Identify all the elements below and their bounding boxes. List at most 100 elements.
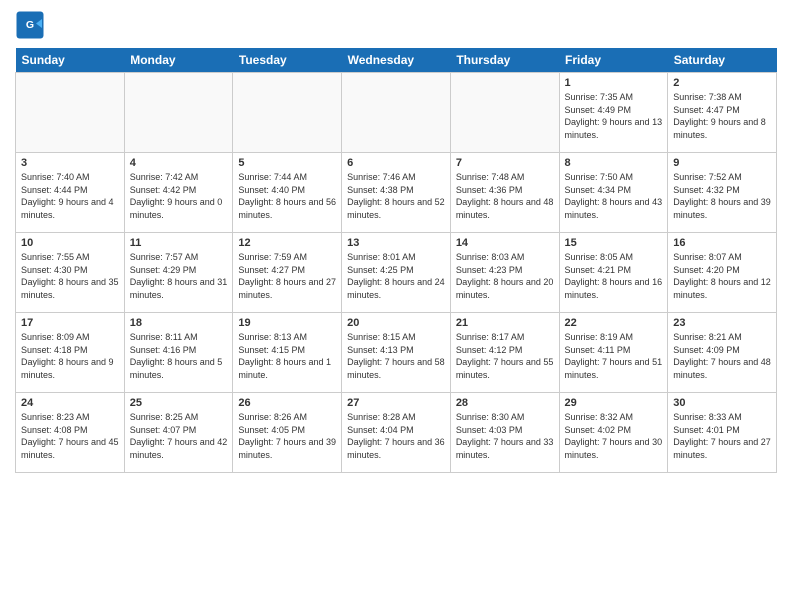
calendar-week-5: 24 Sunrise: 8:23 AM Sunset: 4:08 PM Dayli…: [16, 393, 777, 473]
day-info: Sunrise: 7:55 AM Sunset: 4:30 PM Dayligh…: [21, 251, 119, 301]
day-number: 8: [565, 157, 663, 169]
calendar-cell: 29 Sunrise: 8:32 AM Sunset: 4:02 PM Dayli…: [559, 393, 668, 473]
day-number: 30: [673, 397, 771, 409]
day-info: Sunrise: 7:42 AM Sunset: 4:42 PM Dayligh…: [130, 171, 228, 221]
day-number: 9: [673, 157, 771, 169]
day-info: Sunrise: 8:33 AM Sunset: 4:01 PM Dayligh…: [673, 411, 771, 461]
day-number: 29: [565, 397, 663, 409]
day-info: Sunrise: 8:26 AM Sunset: 4:05 PM Dayligh…: [238, 411, 336, 461]
calendar-table: SundayMondayTuesdayWednesdayThursdayFrid…: [15, 48, 777, 473]
day-info: Sunrise: 8:30 AM Sunset: 4:03 PM Dayligh…: [456, 411, 554, 461]
calendar-cell: 7Sunrise: 7:48 AM Sunset: 4:36 PM Daylig…: [450, 153, 559, 233]
calendar-cell: 24 Sunrise: 8:23 AM Sunset: 4:08 PM Dayli…: [16, 393, 125, 473]
svg-text:G: G: [26, 19, 34, 31]
day-number: 13: [347, 237, 445, 249]
day-info: Sunrise: 8:17 AM Sunset: 4:12 PM Dayligh…: [456, 331, 554, 381]
day-number: 26: [238, 397, 336, 409]
day-number: 24: [21, 397, 119, 409]
day-info: Sunrise: 7:52 AM Sunset: 4:32 PM Dayligh…: [673, 171, 771, 221]
calendar-cell: 23 Sunrise: 8:21 AM Sunset: 4:09 PM Dayli…: [668, 313, 777, 393]
calendar-cell: 21 Sunrise: 8:17 AM Sunset: 4:12 PM Dayli…: [450, 313, 559, 393]
calendar-cell: 11Sunrise: 7:57 AM Sunset: 4:29 PM Dayli…: [124, 233, 233, 313]
day-number: 7: [456, 157, 554, 169]
day-number: 23: [673, 317, 771, 329]
calendar-cell: 17Sunrise: 8:09 AM Sunset: 4:18 PM Dayli…: [16, 313, 125, 393]
day-number: 18: [130, 317, 228, 329]
calendar-cell: 2 Sunrise: 7:38 AM Sunset: 4:47 PM Daylig…: [668, 73, 777, 153]
calendar-cell: 28 Sunrise: 8:30 AM Sunset: 4:03 PM Dayli…: [450, 393, 559, 473]
calendar-cell: [342, 73, 451, 153]
calendar-week-1: 1 Sunrise: 7:35 AM Sunset: 4:49 PM Daylig…: [16, 73, 777, 153]
calendar-cell: [450, 73, 559, 153]
day-info: Sunrise: 7:35 AM Sunset: 4:49 PM Dayligh…: [565, 91, 663, 141]
day-info: Sunrise: 8:05 AM Sunset: 4:21 PM Dayligh…: [565, 251, 663, 301]
calendar-cell: 25Sunrise: 8:25 AM Sunset: 4:07 PM Dayli…: [124, 393, 233, 473]
day-info: Sunrise: 8:15 AM Sunset: 4:13 PM Dayligh…: [347, 331, 445, 381]
calendar-cell: 9 Sunrise: 7:52 AM Sunset: 4:32 PM Daylig…: [668, 153, 777, 233]
calendar-cell: 20 Sunrise: 8:15 AM Sunset: 4:13 PM Dayli…: [342, 313, 451, 393]
day-number: 20: [347, 317, 445, 329]
day-number: 21: [456, 317, 554, 329]
day-info: Sunrise: 7:44 AM Sunset: 4:40 PM Dayligh…: [238, 171, 336, 221]
calendar-cell: [233, 73, 342, 153]
calendar-cell: 3 Sunrise: 7:40 AM Sunset: 4:44 PM Daylig…: [16, 153, 125, 233]
weekday-header-tuesday: Tuesday: [233, 48, 342, 73]
calendar-cell: 30 Sunrise: 8:33 AM Sunset: 4:01 PM Dayli…: [668, 393, 777, 473]
calendar-cell: 26 Sunrise: 8:26 AM Sunset: 4:05 PM Dayli…: [233, 393, 342, 473]
day-number: 2: [673, 77, 771, 89]
calendar-header-row: SundayMondayTuesdayWednesdayThursdayFrid…: [16, 48, 777, 73]
day-number: 4: [130, 157, 228, 169]
calendar-cell: 4 Sunrise: 7:42 AM Sunset: 4:42 PM Daylig…: [124, 153, 233, 233]
day-info: Sunrise: 7:40 AM Sunset: 4:44 PM Dayligh…: [21, 171, 119, 221]
weekday-header-wednesday: Wednesday: [342, 48, 451, 73]
weekday-header-sunday: Sunday: [16, 48, 125, 73]
calendar-week-2: 3 Sunrise: 7:40 AM Sunset: 4:44 PM Daylig…: [16, 153, 777, 233]
day-info: Sunrise: 8:21 AM Sunset: 4:09 PM Dayligh…: [673, 331, 771, 381]
day-number: 19: [238, 317, 336, 329]
day-info: Sunrise: 8:13 AM Sunset: 4:15 PM Dayligh…: [238, 331, 336, 381]
day-info: Sunrise: 8:01 AM Sunset: 4:25 PM Dayligh…: [347, 251, 445, 301]
day-number: 6: [347, 157, 445, 169]
day-number: 1: [565, 77, 663, 89]
day-number: 28: [456, 397, 554, 409]
calendar-cell: 13 Sunrise: 8:01 AM Sunset: 4:25 PM Dayli…: [342, 233, 451, 313]
calendar-cell: 22Sunrise: 8:19 AM Sunset: 4:11 PM Dayli…: [559, 313, 668, 393]
calendar-cell: 1 Sunrise: 7:35 AM Sunset: 4:49 PM Daylig…: [559, 73, 668, 153]
calendar-cell: 16Sunrise: 8:07 AM Sunset: 4:20 PM Dayli…: [668, 233, 777, 313]
page-container: G SundayMondayTuesdayWednesdayThursdayFr…: [0, 0, 792, 483]
day-info: Sunrise: 8:03 AM Sunset: 4:23 PM Dayligh…: [456, 251, 554, 301]
day-number: 12: [238, 237, 336, 249]
day-info: Sunrise: 8:23 AM Sunset: 4:08 PM Dayligh…: [21, 411, 119, 461]
weekday-header-thursday: Thursday: [450, 48, 559, 73]
calendar-cell: 10 Sunrise: 7:55 AM Sunset: 4:30 PM Dayli…: [16, 233, 125, 313]
calendar-week-3: 10 Sunrise: 7:55 AM Sunset: 4:30 PM Dayli…: [16, 233, 777, 313]
weekday-header-friday: Friday: [559, 48, 668, 73]
calendar-week-4: 17Sunrise: 8:09 AM Sunset: 4:18 PM Dayli…: [16, 313, 777, 393]
calendar-cell: 18 Sunrise: 8:11 AM Sunset: 4:16 PM Dayli…: [124, 313, 233, 393]
calendar-cell: 5 Sunrise: 7:44 AM Sunset: 4:40 PM Daylig…: [233, 153, 342, 233]
calendar-cell: 19 Sunrise: 8:13 AM Sunset: 4:15 PM Dayli…: [233, 313, 342, 393]
day-info: Sunrise: 8:11 AM Sunset: 4:16 PM Dayligh…: [130, 331, 228, 381]
day-info: Sunrise: 7:46 AM Sunset: 4:38 PM Dayligh…: [347, 171, 445, 221]
day-number: 3: [21, 157, 119, 169]
calendar-cell: 8Sunrise: 7:50 AM Sunset: 4:34 PM Daylig…: [559, 153, 668, 233]
day-number: 10: [21, 237, 119, 249]
day-info: Sunrise: 8:07 AM Sunset: 4:20 PM Dayligh…: [673, 251, 771, 301]
day-number: 15: [565, 237, 663, 249]
calendar-cell: [124, 73, 233, 153]
calendar-cell: 12Sunrise: 7:59 AM Sunset: 4:27 PM Dayli…: [233, 233, 342, 313]
day-info: Sunrise: 8:32 AM Sunset: 4:02 PM Dayligh…: [565, 411, 663, 461]
calendar-cell: 6 Sunrise: 7:46 AM Sunset: 4:38 PM Daylig…: [342, 153, 451, 233]
day-number: 27: [347, 397, 445, 409]
day-number: 14: [456, 237, 554, 249]
logo-icon: G: [15, 10, 45, 40]
weekday-header-monday: Monday: [124, 48, 233, 73]
day-info: Sunrise: 7:57 AM Sunset: 4:29 PM Dayligh…: [130, 251, 228, 301]
day-info: Sunrise: 8:25 AM Sunset: 4:07 PM Dayligh…: [130, 411, 228, 461]
calendar-cell: [16, 73, 125, 153]
day-number: 17: [21, 317, 119, 329]
day-info: Sunrise: 7:38 AM Sunset: 4:47 PM Dayligh…: [673, 91, 771, 141]
logo: G: [15, 10, 49, 40]
weekday-header-saturday: Saturday: [668, 48, 777, 73]
day-number: 5: [238, 157, 336, 169]
